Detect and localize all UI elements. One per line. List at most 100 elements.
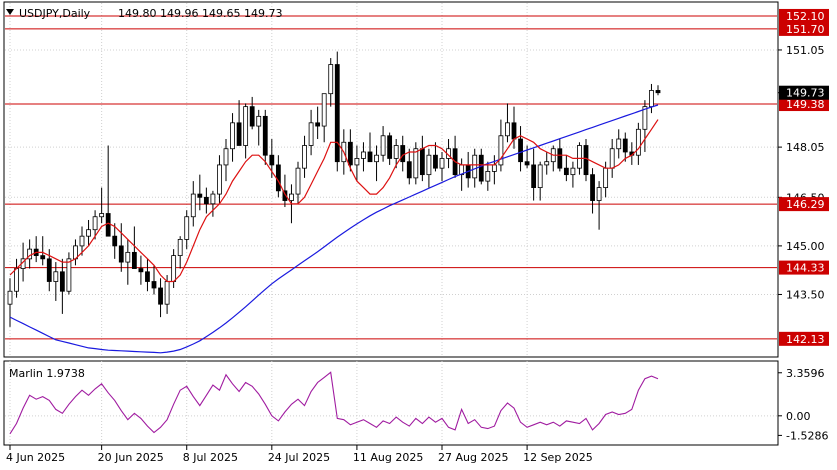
candle-up	[7, 290, 13, 305]
candle-up	[380, 135, 386, 156]
time-label: 8 Jul 2025	[183, 451, 238, 464]
candle-up	[485, 171, 491, 182]
candle-up	[413, 148, 419, 179]
candle-down	[151, 281, 157, 289]
time-axis: 4 Jun 2025 20 Jun 2025 8 Jul 2025 24 Jul 20…	[6, 445, 593, 464]
candle-up	[328, 64, 334, 95]
candle-down	[433, 154, 438, 169]
candle-down	[524, 161, 530, 166]
candle-up	[577, 145, 582, 169]
candle-down	[478, 154, 484, 182]
time-label: 27 Aug 2025	[438, 451, 508, 464]
candle-down	[511, 122, 517, 140]
candle-up	[177, 239, 183, 257]
candle-down	[40, 255, 46, 260]
candle-up	[66, 258, 72, 292]
candle-up	[243, 106, 249, 146]
candle-down	[367, 151, 373, 163]
candle-down	[347, 141, 353, 166]
candle-up	[439, 158, 445, 169]
candle-up	[505, 122, 510, 137]
candle-up	[544, 161, 550, 166]
price-label: 143.50	[786, 288, 825, 301]
candle-down	[249, 106, 255, 127]
candle-up	[184, 216, 190, 240]
candle-down	[138, 268, 144, 273]
candle-down	[118, 245, 124, 263]
candle-up	[79, 235, 85, 247]
candle-up	[635, 128, 641, 156]
current-price-label: 149.73	[786, 87, 825, 100]
candle-up	[289, 193, 294, 201]
candle-down	[203, 196, 209, 205]
candle-down	[531, 164, 537, 188]
main-chart-frame	[3, 1, 779, 358]
level-tag-label: 152.10	[786, 10, 825, 23]
candle-down	[269, 154, 275, 166]
candle-up	[609, 148, 615, 169]
candle-up	[393, 145, 399, 159]
candle-down	[236, 122, 242, 146]
candle-up	[125, 251, 131, 263]
candle-up	[596, 187, 602, 201]
candle-up	[308, 122, 314, 146]
candle-down	[419, 148, 425, 176]
candle-up	[491, 164, 497, 172]
candle-up	[374, 154, 379, 163]
candle-down	[563, 167, 569, 176]
price-axis: 151.05148.05146.50145.00143.50152.10151.…	[778, 8, 829, 442]
oscillator-frame	[3, 360, 779, 446]
chart-ohlc: 149.80 149.96 149.65 149.73	[118, 7, 282, 20]
candle-up	[86, 229, 91, 237]
candle-up	[361, 151, 366, 159]
candle-up	[223, 148, 229, 166]
candle-up	[14, 268, 19, 292]
level-tag-label: 149.38	[786, 98, 825, 111]
candle-down	[131, 251, 137, 269]
candle-up	[603, 167, 609, 188]
candle-down	[622, 138, 628, 153]
level-tag-label: 146.29	[786, 198, 825, 211]
candle-up	[302, 145, 307, 169]
time-label: 12 Sep 2025	[523, 451, 593, 464]
time-label: 11 Aug 2025	[353, 451, 423, 464]
price-label: 145.00	[786, 240, 825, 253]
candle-down	[590, 174, 595, 201]
candle-down	[583, 145, 589, 176]
chart-symbol: USDJPY,Daily	[19, 7, 91, 20]
candle-up	[230, 122, 235, 150]
candle-down	[46, 258, 52, 282]
candle-down	[334, 64, 340, 163]
candle-up	[426, 154, 432, 176]
candle-up	[171, 255, 177, 282]
time-label: 20 Jun 2025	[98, 451, 164, 464]
candle-down	[197, 193, 203, 198]
chart-canvas: 151.05148.05146.50145.00143.50152.10151.…	[3, 1, 829, 464]
candle-down	[387, 135, 393, 159]
candle-up	[53, 271, 59, 282]
candle-down	[406, 161, 412, 179]
level-tag-label: 142.13	[786, 333, 825, 346]
time-label: 4 Jun 2025	[6, 451, 65, 464]
candle-down	[59, 271, 65, 292]
osc-label: 3.3596	[786, 367, 825, 380]
osc-label: 0.00	[786, 410, 811, 423]
candle-down	[158, 287, 163, 305]
candle-down	[400, 145, 406, 163]
candle-down	[518, 138, 523, 163]
oscillator-title: Marlin 1.9738	[9, 367, 85, 380]
candle-up	[190, 193, 196, 218]
candle-down	[105, 213, 111, 237]
osc-label: -1.5286	[786, 429, 828, 442]
candle-down	[275, 164, 281, 192]
candle-up	[256, 115, 262, 127]
candle-down	[112, 235, 118, 247]
candle-down	[557, 148, 563, 169]
candle-up	[321, 93, 327, 127]
candle-down	[655, 90, 661, 94]
candle-down	[262, 115, 268, 156]
candle-up	[99, 213, 105, 218]
candle-up	[295, 167, 301, 195]
price-label: 151.05	[786, 44, 825, 57]
candle-up	[92, 216, 98, 231]
